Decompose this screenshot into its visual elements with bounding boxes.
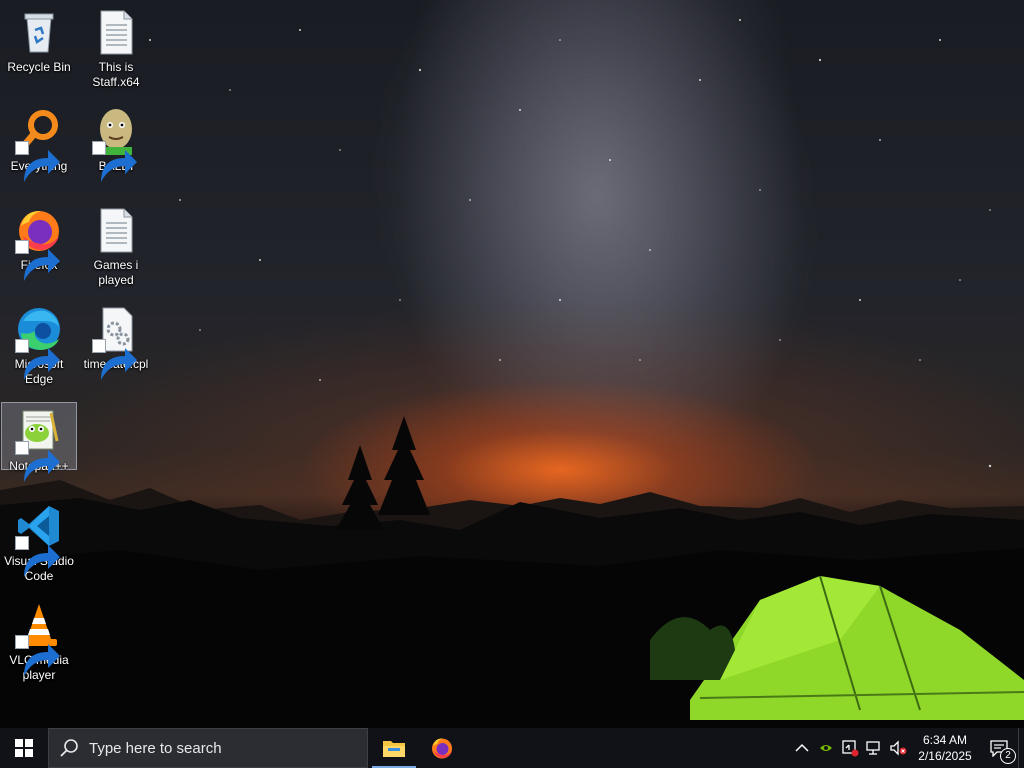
desktop-icon-microsoft-edge[interactable]: Microsoft Edge [1,301,77,387]
taskbar-clock[interactable]: 6:34 AM 2/16/2025 [910,728,980,768]
vlc-icon [15,601,63,676]
volume-muted-icon [890,740,907,756]
security-alert-icon [842,740,859,757]
tray-network[interactable] [862,728,886,768]
mountain-silhouette [0,416,1024,728]
search-input[interactable] [89,739,349,757]
edge-icon [15,305,63,380]
shortcut-arrow-icon [92,141,137,182]
desktop-icon-vlc-media-player[interactable]: VLC media player [1,597,77,683]
tray-volume[interactable] [886,728,910,768]
desktop-icon-notepad-plus-plus[interactable]: Notepad++ [1,402,77,482]
taskbar-search-box[interactable] [48,728,368,768]
tray-nvidia[interactable] [814,728,838,768]
show-hidden-icons-button[interactable] [790,728,814,768]
windows-logo-icon [15,739,33,757]
shortcut-arrow-icon [15,339,60,380]
chevron-up-icon [795,743,809,752]
notepad-plus-plus-icon [15,407,63,482]
icon-label: This is Staff.x64 [92,60,140,89]
control-panel-file-icon [92,305,140,380]
shortcut-arrow-icon [15,441,60,482]
shortcut-arrow-icon [15,635,60,676]
vscode-icon [15,502,63,577]
start-button[interactable] [0,728,48,768]
tray-security[interactable] [838,728,862,768]
desktop-icon-this-is-staff[interactable]: This is Staff.x64 [78,4,154,90]
text-file-icon [92,206,140,254]
nvidia-icon [820,745,832,751]
icon-label: Recycle Bin [7,60,71,74]
taskbar: 6:34 AM 2/16/2025 2 [0,728,1024,768]
action-center-button[interactable]: 2 [980,728,1018,768]
taskbar-firefox[interactable] [418,728,466,768]
text-file-icon [92,8,140,56]
network-icon [866,741,880,755]
desktop-icon-everything[interactable]: Everything [1,103,77,182]
desktop-icon-visual-studio-code[interactable]: Visual Studio Code [1,498,77,584]
system-tray: 6:34 AM 2/16/2025 2 [790,728,1024,768]
notification-count-badge: 2 [1000,748,1016,764]
desktop-icon-firefox[interactable]: Firefox [1,202,77,281]
icon-label: Games i played [93,258,139,287]
search-icon [60,739,78,757]
shortcut-arrow-icon [15,240,60,281]
everything-search-icon [15,107,63,182]
desktop-icon-timedate-cpl[interactable]: timedate.cpl [78,301,154,380]
desktop-icon-baldi[interactable]: BALDI [78,103,154,182]
clock-time: 6:34 AM [922,733,968,747]
firefox-icon [15,206,63,281]
file-explorer-icon [383,741,405,757]
shortcut-arrow-icon [15,141,60,182]
recycle-bin-icon [15,8,63,56]
desktop-icon-recycle-bin[interactable]: Recycle Bin [1,4,77,75]
baldi-game-icon [92,107,140,182]
clock-date: 2/16/2025 [918,749,972,763]
shortcut-arrow-icon [15,536,60,577]
taskbar-file-explorer[interactable] [370,728,418,768]
desktop-icon-games-i-played[interactable]: Games i played [78,202,154,288]
shortcut-arrow-icon [92,339,137,380]
firefox-icon [432,738,452,759]
show-desktop-button[interactable] [1018,728,1024,768]
